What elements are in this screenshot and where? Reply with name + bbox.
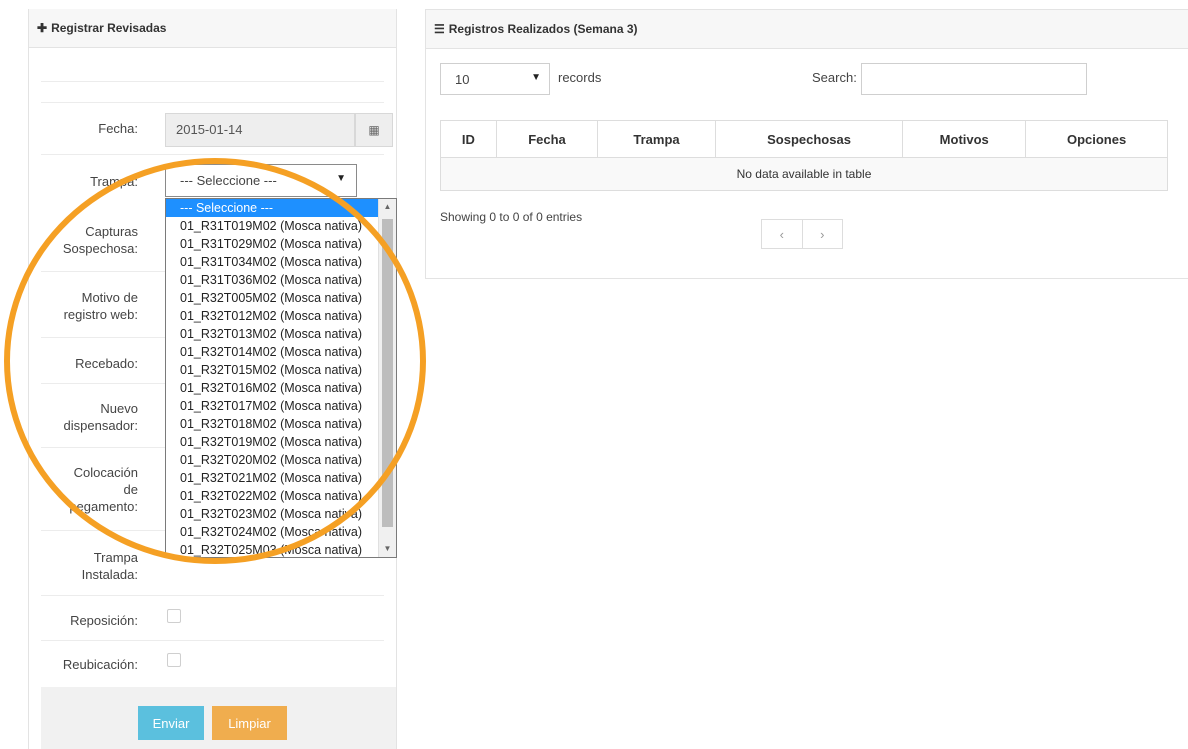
reposicion-label: Reposición: xyxy=(70,613,138,628)
column-header[interactable]: ID xyxy=(440,120,497,158)
trampa-instalada-label: Trampa Instalada: xyxy=(81,550,138,582)
trampa-dropdown-list[interactable]: --- Seleccione --- 01_R31T019M02 (Mosca n… xyxy=(165,198,397,558)
search-label: Search: xyxy=(812,70,857,85)
scrollbar-thumb[interactable] xyxy=(382,219,393,527)
next-page-button[interactable]: › xyxy=(803,220,843,248)
column-header[interactable]: Opciones xyxy=(1025,120,1168,158)
dropdown-option[interactable]: 01_R32T017M02 (Mosca nativa) xyxy=(166,397,378,415)
dropdown-option[interactable]: 01_R32T018M02 (Mosca nativa) xyxy=(166,415,378,433)
dropdown-option[interactable]: 01_R31T034M02 (Mosca nativa) xyxy=(166,253,378,271)
calendar-icon[interactable]: ▦ xyxy=(355,113,393,147)
plus-icon: ✚ xyxy=(37,21,48,35)
dropdown-option[interactable]: 01_R31T029M02 (Mosca nativa) xyxy=(166,235,378,253)
prev-page-button[interactable]: ‹ xyxy=(762,220,803,248)
send-button[interactable]: Enviar xyxy=(138,706,204,740)
column-header[interactable]: Fecha xyxy=(495,120,599,158)
records-panel-header: ☰ Registros Realizados (Semana 3) xyxy=(426,10,1188,49)
records-panel: ☰ Registros Realizados (Semana 3) 10 ▼ r… xyxy=(425,9,1188,279)
reposicion-checkbox[interactable] xyxy=(167,609,181,623)
capturas-label: Capturas Sospechosa: xyxy=(62,224,138,256)
divider xyxy=(41,102,384,103)
trampa-select-value: --- Seleccione --- xyxy=(180,173,277,188)
column-header[interactable]: Motivos xyxy=(902,120,1027,158)
dropdown-option[interactable]: 01_R32T005M02 (Mosca nativa) xyxy=(166,289,378,307)
dropdown-option[interactable]: 01_R32T012M02 (Mosca nativa) xyxy=(166,307,378,325)
records-length-select[interactable]: 10 ▼ xyxy=(440,63,550,95)
column-header[interactable]: Trampa xyxy=(597,120,716,158)
search-input[interactable] xyxy=(861,63,1087,95)
divider xyxy=(41,595,384,596)
motivo-label: Motivo de registro web: xyxy=(63,290,138,322)
clear-button[interactable]: Limpiar xyxy=(212,706,287,740)
dropdown-option[interactable]: 01_R32T020M02 (Mosca nativa) xyxy=(166,451,378,469)
dropdown-option[interactable]: 01_R32T013M02 (Mosca nativa) xyxy=(166,325,378,343)
chevron-down-icon: ▼ xyxy=(531,72,541,83)
dropdown-option[interactable]: 01_R32T021M02 (Mosca nativa) xyxy=(166,469,378,487)
dropdown-option[interactable]: 01_R32T015M02 (Mosca nativa) xyxy=(166,361,378,379)
dropdown-option[interactable]: 01_R32T023M02 (Mosca nativa) xyxy=(166,505,378,523)
dropdown-option[interactable]: 01_R32T016M02 (Mosca nativa) xyxy=(166,379,378,397)
empty-table-message: No data available in table xyxy=(440,157,1168,191)
fecha-label: Fecha: xyxy=(98,121,138,136)
scroll-down-icon[interactable]: ▼ xyxy=(379,541,396,557)
dropdown-option[interactable]: 01_R31T019M02 (Mosca nativa) xyxy=(166,217,378,235)
divider xyxy=(41,81,384,82)
dropdown-option[interactable]: --- Seleccione --- xyxy=(166,199,378,217)
reubicacion-label: Reubicación: xyxy=(62,657,138,672)
nuevo-dispensador-label: Nuevo dispensador: xyxy=(63,401,138,433)
colocacion-label: Colocación de pegamento: xyxy=(69,465,138,514)
dropdown-option[interactable]: 01_R32T019M02 (Mosca nativa) xyxy=(166,433,378,451)
list-icon: ☰ xyxy=(434,22,445,36)
records-length-value: 10 xyxy=(455,72,470,87)
records-panel-title: Registros Realizados (Semana 3) xyxy=(448,22,638,36)
table-info: Showing 0 to 0 of 0 entries xyxy=(440,210,583,224)
dropdown-scrollbar[interactable]: ▲ ▼ xyxy=(378,199,396,557)
pagination: ‹ › xyxy=(761,219,843,249)
dropdown-option[interactable]: 01_R31T036M02 (Mosca nativa) xyxy=(166,271,378,289)
divider xyxy=(41,154,384,155)
recebado-label: Recebado: xyxy=(75,356,138,371)
chevron-down-icon: ▼ xyxy=(336,173,346,184)
trampa-select[interactable]: --- Seleccione --- ▼ xyxy=(165,164,357,197)
fecha-input[interactable]: 2015-01-14 xyxy=(165,113,355,147)
register-panel: ✚ Registrar Revisadas Fecha: 2015-01-14 … xyxy=(28,9,397,749)
divider xyxy=(41,640,384,641)
dropdown-option[interactable]: 01_R32T022M02 (Mosca nativa) xyxy=(166,487,378,505)
column-header[interactable]: Sospechosas xyxy=(714,120,904,158)
dropdown-option[interactable]: 01_R32T014M02 (Mosca nativa) xyxy=(166,343,378,361)
records-label: records xyxy=(558,70,602,85)
dropdown-option[interactable]: 01_R32T025M03 (Mosca nativa) xyxy=(166,541,378,557)
dropdown-option[interactable]: 01_R32T024M02 (Mosca nativa) xyxy=(166,523,378,541)
scroll-up-icon[interactable]: ▲ xyxy=(379,199,396,215)
trampa-label: Trampa: xyxy=(90,174,138,189)
reubicacion-checkbox[interactable] xyxy=(167,653,181,667)
records-table: ID Fecha Trampa Sospechosas Motivos Opciones … xyxy=(440,120,1168,191)
register-panel-title: Registrar Revisadas xyxy=(51,21,167,35)
register-panel-header: ✚ Registrar Revisadas xyxy=(29,9,396,48)
